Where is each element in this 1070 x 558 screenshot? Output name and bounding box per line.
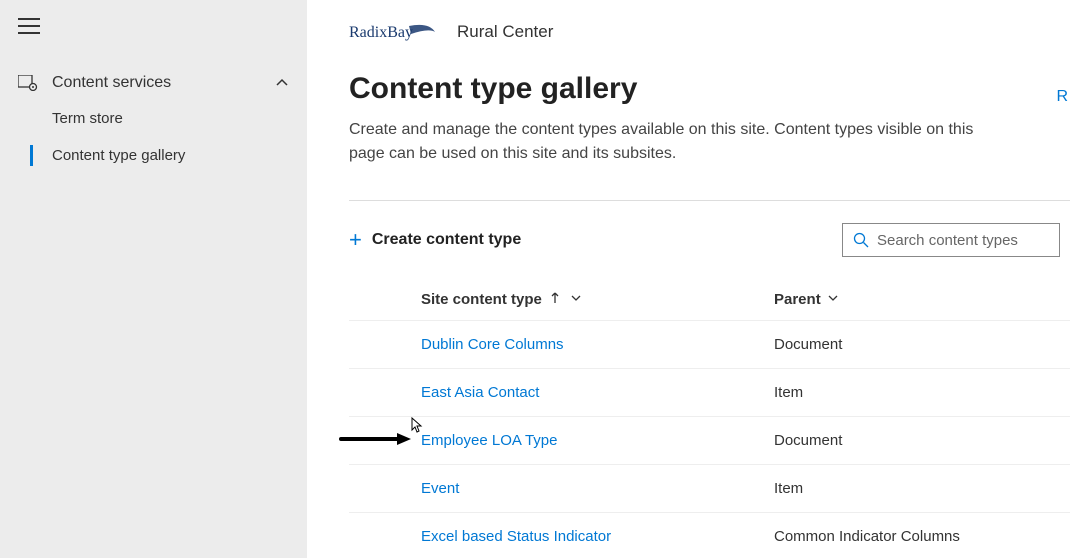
content-services-icon xyxy=(18,75,38,91)
sidebar-item-label: Content type gallery xyxy=(52,147,185,164)
content-type-link[interactable]: East Asia Contact xyxy=(421,384,539,401)
search-box[interactable] xyxy=(842,223,1060,257)
content-type-link[interactable]: Excel based Status Indicator xyxy=(421,528,611,545)
table-row: Excel based Status Indicator Common Indi… xyxy=(349,512,1070,558)
table-row: East Asia Contact Item xyxy=(349,368,1070,416)
sidebar-item-term-store[interactable]: Term store xyxy=(0,100,307,137)
content-type-link[interactable]: Employee LOA Type xyxy=(421,432,557,449)
main-content: RadixBay Rural Center Content type galle… xyxy=(307,0,1070,558)
table-header: Site content type Parent xyxy=(349,279,1070,320)
chevron-down-icon xyxy=(570,291,582,308)
page-title: Content type gallery xyxy=(349,72,1070,106)
parent-value: Common Indicator Columns xyxy=(774,528,960,545)
table-row: Event Item xyxy=(349,464,1070,512)
chevron-down-icon xyxy=(827,291,839,308)
hamburger-menu-icon[interactable] xyxy=(18,18,40,34)
search-icon xyxy=(853,232,869,248)
search-input[interactable] xyxy=(877,232,1049,249)
sidebar-item-content-type-gallery[interactable]: Content type gallery xyxy=(0,137,307,174)
table-row: Dublin Core Columns Document xyxy=(349,320,1070,368)
top-right-link-fragment[interactable]: R xyxy=(1056,88,1068,106)
sidebar-item-label: Term store xyxy=(52,110,123,127)
column-header-parent[interactable]: Parent xyxy=(774,291,839,308)
content-type-link[interactable]: Event xyxy=(421,480,459,497)
site-header: RadixBay Rural Center xyxy=(349,20,1070,44)
content-type-link[interactable]: Dublin Core Columns xyxy=(421,336,564,353)
parent-value: Item xyxy=(774,384,803,401)
create-content-type-button[interactable]: + Create content type xyxy=(349,229,521,251)
sort-ascending-icon xyxy=(550,291,560,308)
action-bar: + Create content type xyxy=(349,200,1070,279)
column-header-name[interactable]: Site content type xyxy=(349,291,774,308)
table-row: Employee LOA Type Document xyxy=(349,416,1070,464)
parent-value: Document xyxy=(774,432,842,449)
parent-value: Document xyxy=(774,336,842,353)
create-button-label: Create content type xyxy=(372,231,521,249)
page-description: Create and manage the content types avai… xyxy=(349,118,1009,166)
svg-text:RadixBay: RadixBay xyxy=(349,24,413,41)
site-logo: RadixBay xyxy=(349,20,439,44)
parent-value: Item xyxy=(774,480,803,497)
chevron-up-icon xyxy=(275,76,289,90)
plus-icon: + xyxy=(349,229,362,251)
sidebar-section-label: Content services xyxy=(52,74,171,92)
sidebar: Content services Term store Content type… xyxy=(0,0,307,558)
sidebar-section-content-services[interactable]: Content services xyxy=(0,66,307,100)
annotation-arrow-icon xyxy=(339,432,415,450)
site-name: Rural Center xyxy=(457,22,553,42)
